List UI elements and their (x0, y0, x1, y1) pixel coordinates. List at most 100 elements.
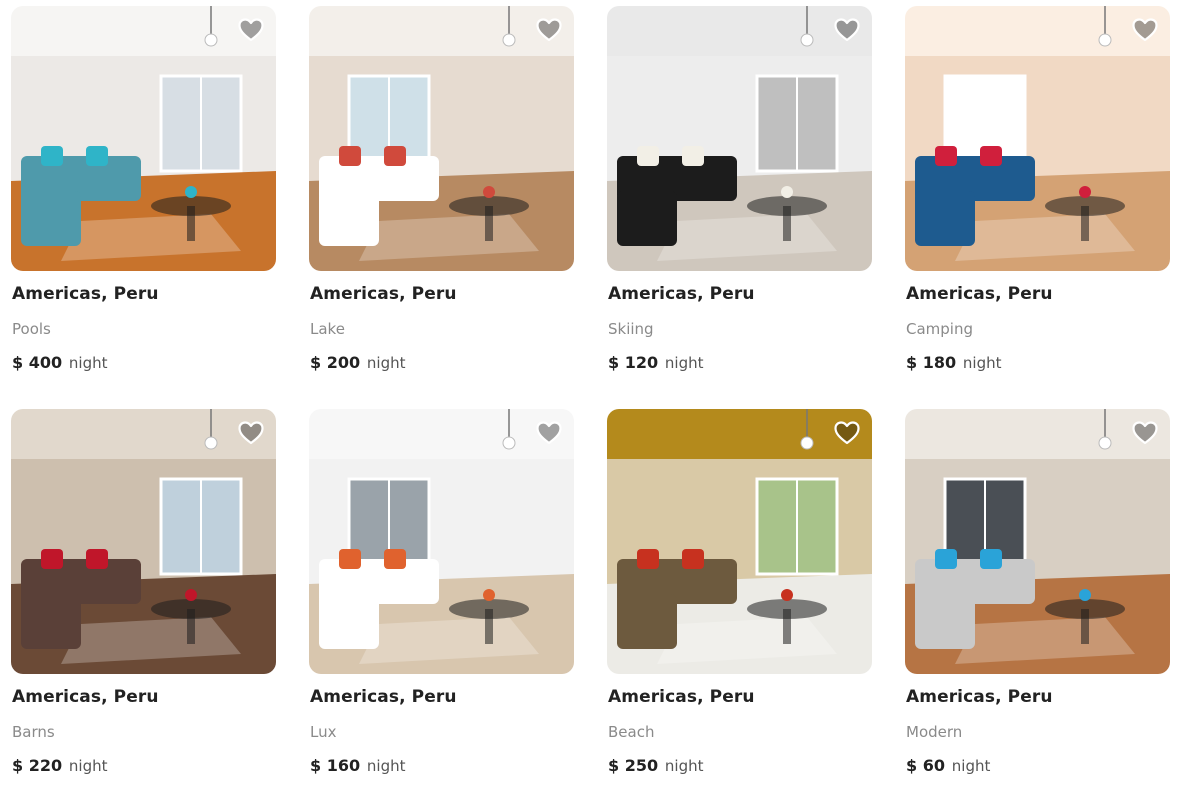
table-leg (187, 206, 195, 241)
listing-location: Americas, Peru (608, 284, 755, 304)
flower (1079, 186, 1091, 198)
price-value: 400 (28, 353, 63, 372)
lamp (800, 33, 814, 47)
sofa-chaise (319, 594, 379, 649)
price-unit: night (366, 354, 406, 372)
price-amount: $ 220 (12, 756, 62, 775)
table-leg (485, 206, 493, 241)
cushion (682, 549, 704, 569)
price-currency: $ (310, 756, 322, 775)
listing-location: Americas, Peru (12, 687, 159, 707)
listing-photo[interactable] (607, 409, 872, 674)
listing-photo[interactable] (309, 409, 574, 674)
cushion (637, 549, 659, 569)
price-currency: $ (608, 353, 620, 372)
listing-location: Americas, Peru (12, 284, 159, 304)
price-unit: night (366, 757, 406, 775)
sofa-chaise (21, 191, 81, 246)
listing-price: $ 180 night (906, 353, 1002, 372)
price-value: 160 (326, 756, 361, 775)
listing-price: $ 120 night (608, 353, 704, 372)
price-unit: night (664, 354, 704, 372)
listing-location: Americas, Peru (310, 687, 457, 707)
listing-card[interactable]: Americas, Peru Lux $ 160 night (309, 409, 574, 812)
flower (781, 186, 793, 198)
listing-photo[interactable] (11, 409, 276, 674)
listing-category: Lux (310, 723, 337, 741)
price-amount: $ 200 (310, 353, 360, 372)
room-photo (309, 6, 574, 271)
listing-card[interactable]: Americas, Peru Lake $ 200 night (309, 6, 574, 409)
price-currency: $ (310, 353, 322, 372)
listing-card[interactable]: Americas, Peru Skiing $ 120 night (607, 6, 872, 409)
listing-card[interactable]: Americas, Peru Pools $ 400 night (11, 6, 276, 409)
price-amount: $ 250 (608, 756, 658, 775)
flower (1079, 589, 1091, 601)
cushion (339, 146, 361, 166)
heart-icon[interactable] (238, 421, 264, 445)
listing-location: Americas, Peru (906, 284, 1053, 304)
listing-category: Camping (906, 320, 973, 338)
price-amount: $ 180 (906, 353, 956, 372)
price-amount: $ 160 (310, 756, 360, 775)
sofa-chaise (319, 191, 379, 246)
lamp (502, 33, 516, 47)
heart-icon[interactable] (536, 18, 562, 42)
table-leg (783, 206, 791, 241)
listing-photo[interactable] (905, 409, 1170, 674)
price-unit: night (68, 354, 108, 372)
listing-photo[interactable] (905, 6, 1170, 271)
listing-card[interactable]: Americas, Peru Barns $ 220 night (11, 409, 276, 812)
listing-category: Barns (12, 723, 55, 741)
flower (185, 589, 197, 601)
price-currency: $ (906, 353, 918, 372)
listing-card[interactable]: Americas, Peru Modern $ 60 night (905, 409, 1170, 812)
price-currency: $ (906, 756, 918, 775)
cushion (41, 549, 63, 569)
room-photo (607, 409, 872, 674)
listing-price: $ 160 night (310, 756, 406, 775)
table-leg (187, 609, 195, 644)
flower (185, 186, 197, 198)
listing-price: $ 250 night (608, 756, 704, 775)
listing-photo[interactable] (11, 6, 276, 271)
listing-photo[interactable] (607, 6, 872, 271)
heart-icon[interactable] (238, 18, 264, 42)
table-leg (783, 609, 791, 644)
heart-icon[interactable] (1132, 421, 1158, 445)
cushion (41, 146, 63, 166)
price-amount: $ 60 (906, 756, 945, 775)
room-photo (309, 409, 574, 674)
listing-location: Americas, Peru (310, 284, 457, 304)
flower (483, 589, 495, 601)
lamp (502, 436, 516, 450)
sofa-chaise (617, 191, 677, 246)
sofa-chaise (21, 594, 81, 649)
lamp (800, 436, 814, 450)
listing-price: $ 60 night (906, 756, 990, 775)
price-amount: $ 400 (12, 353, 62, 372)
listing-photo[interactable] (309, 6, 574, 271)
room-photo (905, 409, 1170, 674)
cushion (86, 146, 108, 166)
listing-card[interactable]: Americas, Peru Beach $ 250 night (607, 409, 872, 812)
cushion (339, 549, 361, 569)
listing-card[interactable]: Americas, Peru Camping $ 180 night (905, 6, 1170, 409)
price-currency: $ (608, 756, 620, 775)
listing-price: $ 220 night (12, 756, 108, 775)
listing-location: Americas, Peru (906, 687, 1053, 707)
heart-icon[interactable] (834, 18, 860, 42)
listing-category: Lake (310, 320, 345, 338)
listing-category: Pools (12, 320, 51, 338)
room-photo (607, 6, 872, 271)
heart-icon[interactable] (536, 421, 562, 445)
price-unit: night (664, 757, 704, 775)
heart-icon[interactable] (834, 421, 860, 445)
listing-location: Americas, Peru (608, 687, 755, 707)
listings-grid: Americas, Peru Pools $ 400 night America… (11, 6, 1170, 812)
sofa-chaise (915, 594, 975, 649)
listing-category: Beach (608, 723, 655, 741)
price-currency: $ (12, 353, 24, 372)
heart-icon[interactable] (1132, 18, 1158, 42)
cushion (935, 549, 957, 569)
